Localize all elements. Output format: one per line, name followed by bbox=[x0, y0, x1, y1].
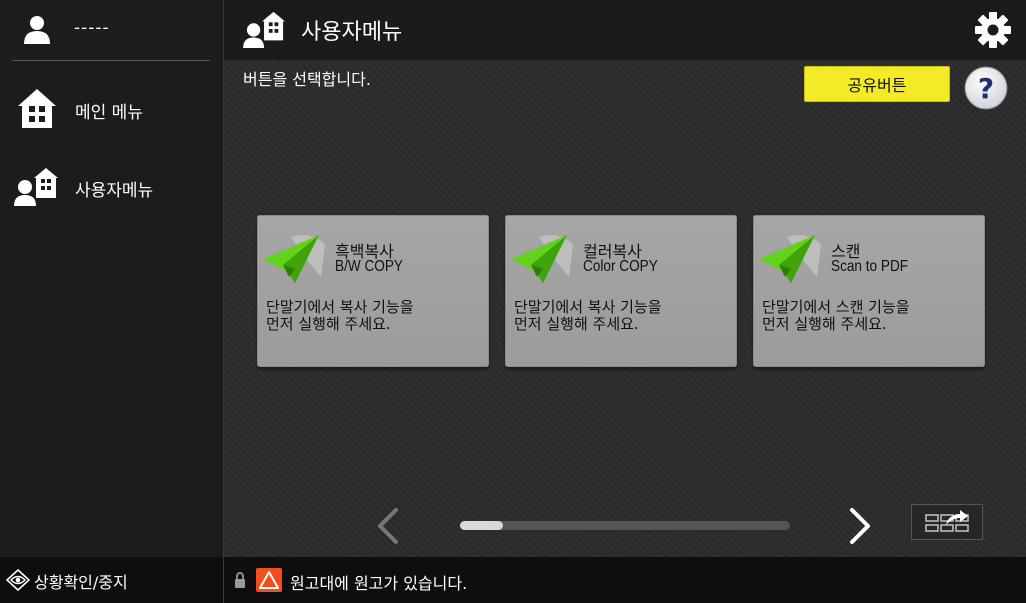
status-check-label: 상황확인/중지 bbox=[34, 573, 128, 592]
card-description-text: 단말기에서 복사 기능을 먼저 실행해 주세요. bbox=[514, 298, 662, 333]
eye-icon bbox=[6, 569, 30, 591]
page-title: 사용자메뉴 bbox=[301, 20, 403, 45]
paper-plane-icon bbox=[759, 235, 821, 283]
instruction-text: 버튼을 선택합니다. bbox=[243, 70, 371, 89]
sidebar-divider bbox=[12, 60, 210, 61]
sidebar-item-label: 사용자메뉴 bbox=[75, 181, 154, 201]
user-menu-icon bbox=[243, 11, 285, 48]
page-scrollbar-thumb[interactable] bbox=[460, 521, 503, 530]
question-icon[interactable]: ? bbox=[963, 65, 1009, 111]
status-check-button[interactable]: 상황확인/중지 bbox=[0, 557, 224, 603]
function-card-color-copy[interactable]: 컬러복사 Color COPY 단말기에서 복사 기능을 먼저 실행해 주세요. bbox=[505, 215, 737, 367]
chevron-right-icon[interactable] bbox=[848, 506, 874, 546]
chevron-left-icon[interactable] bbox=[374, 506, 400, 546]
grid-switch-icon bbox=[925, 510, 969, 532]
user-menu-icon bbox=[14, 168, 58, 206]
function-card-scan-pdf[interactable]: 스캔 Scan to PDF 단말기에서 스캔 기능을 먼저 실행해 주세요. bbox=[753, 215, 985, 367]
card-subtitle: Color COPY bbox=[583, 258, 658, 275]
paper-plane-icon bbox=[263, 235, 325, 283]
user-name: ----- bbox=[74, 18, 110, 38]
card-subtitle: B/W COPY bbox=[335, 258, 404, 275]
status-message: 원고대에 원고가 있습니다. bbox=[290, 574, 468, 593]
sidebar-item-user-menu[interactable]: 사용자메뉴 bbox=[0, 154, 223, 218]
user-icon bbox=[24, 16, 50, 44]
card-description: 단말기에서 복사 기능을 먼저 실행해 주세요. bbox=[514, 299, 729, 333]
sidebar-item-main-menu[interactable]: 메인 메뉴 bbox=[0, 76, 223, 140]
function-card-bw-copy[interactable]: 흑백복사 B/W COPY 단말기에서 복사 기능을 먼저 실행해 주세요. bbox=[257, 215, 489, 367]
header: 사용자메뉴 bbox=[224, 0, 1026, 60]
view-switch-button[interactable] bbox=[911, 504, 983, 540]
gear-icon[interactable] bbox=[974, 11, 1012, 49]
warning-icon bbox=[256, 568, 282, 592]
sidebar: ----- 메인 메뉴 사용자메뉴 bbox=[0, 0, 224, 557]
card-subtitle: Scan to PDF bbox=[831, 258, 909, 275]
sidebar-item-label: 메인 메뉴 bbox=[75, 103, 143, 123]
svg-text:?: ? bbox=[978, 72, 994, 105]
user-info: ----- bbox=[0, 0, 223, 60]
share-button[interactable]: 공유버튼 bbox=[804, 66, 950, 102]
page-scrollbar[interactable] bbox=[460, 521, 790, 530]
paper-plane-icon bbox=[511, 235, 573, 283]
card-description-text: 단말기에서 복사 기능을 먼저 실행해 주세요. bbox=[266, 298, 414, 333]
home-icon bbox=[18, 89, 56, 128]
card-description: 단말기에서 스캔 기능을 먼저 실행해 주세요. bbox=[762, 299, 977, 333]
card-description-text: 단말기에서 스캔 기능을 먼저 실행해 주세요. bbox=[762, 298, 910, 333]
main-content: 버튼을 선택합니다. 공유버튼 ? 흑백복사 B/W COPY 단말기에서 복사… bbox=[224, 60, 1026, 557]
status-message-bar: 원고대에 원고가 있습니다. bbox=[224, 557, 1026, 603]
lock-icon bbox=[235, 572, 245, 588]
card-description: 단말기에서 복사 기능을 먼저 실행해 주세요. bbox=[266, 299, 481, 333]
